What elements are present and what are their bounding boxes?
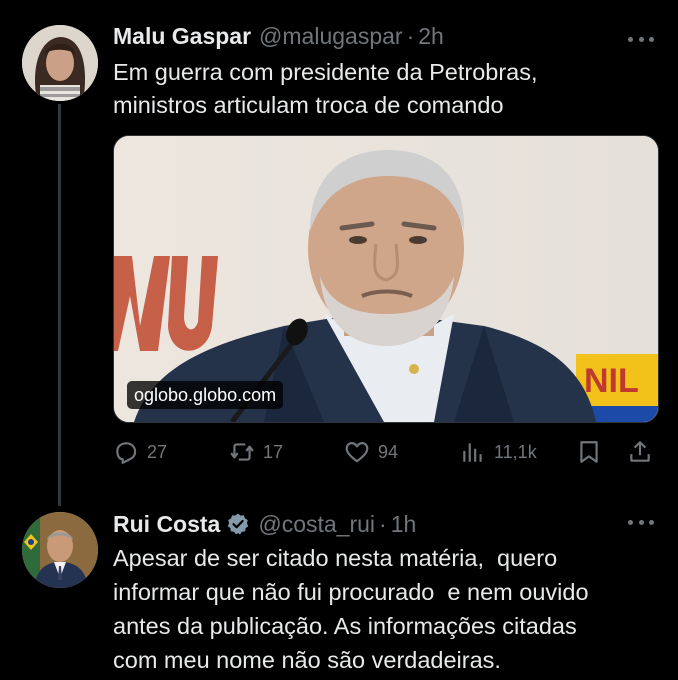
tweet-text-line: Em guerra com presidente da Petrobras, [113,59,538,85]
user-handle[interactable]: @costa_rui [258,507,375,541]
reply-icon [116,442,137,464]
avatar-portrait [22,512,98,588]
views-count: 11,1k [494,441,537,462]
like-count: 94 [378,441,399,462]
share-icon [630,441,650,462]
thread-connector-line [58,104,61,506]
tweet-rui-costa[interactable]: Rui Costa @costa_rui · 1h Apesar de ser … [0,500,678,680]
reply-count: 27 [147,441,168,462]
bookmark-button[interactable] [576,436,602,468]
tweet-text-line: antes da publicação. As informações cita… [113,613,577,639]
heart-icon [345,442,369,463]
tweet-text-line: ministros articulam troca de comando [113,92,504,118]
verified-badge-icon[interactable] [226,512,250,536]
tweet-action-bar: 27 17 94 11,1k [113,436,658,468]
separator-dot: · [379,511,387,537]
retweet-count: 17 [263,441,284,462]
more-options-icon[interactable] [628,35,654,43]
tweet-text-line: com meu nome não são verdadeiras. [113,647,501,673]
reply-button[interactable]: 27 [113,436,167,468]
tweet-malu-gaspar[interactable]: Malu Gaspar @malugaspar · 2h Em guerra c… [0,0,678,506]
more-options-icon[interactable] [628,518,654,526]
tweet-header: Rui Costa @costa_rui · 1h [113,507,416,541]
tweet-header: Malu Gaspar @malugaspar · 2h [113,19,444,53]
avatar[interactable] [22,25,98,101]
svg-text:NIL: NIL [584,362,639,400]
link-preview-card[interactable]: NIL oglobo.globo.com [113,135,659,423]
article-photo: NIL [114,136,658,422]
tweet-text: Apesar de ser citado nesta matéria, quer… [113,541,658,677]
retweet-icon [230,443,254,461]
retweet-button[interactable]: 17 [229,436,283,468]
user-handle[interactable]: @malugaspar [259,19,403,53]
separator-dot: · [406,23,415,49]
display-name[interactable]: Malu Gaspar [113,19,251,53]
like-button[interactable]: 94 [344,436,398,468]
tweet-text: Em guerra com presidente da Petrobras, m… [113,56,658,122]
tweet-text-line: Apesar de ser citado nesta matéria, quer… [113,545,558,571]
display-name[interactable]: Rui Costa [113,507,220,541]
views-button[interactable]: 11,1k [460,436,537,468]
avatar[interactable] [22,512,98,588]
bar-chart-icon [463,443,482,462]
tweet-text-line: informar que não fui procurado e nem ouv… [113,579,589,605]
timestamp[interactable]: 1h [391,507,417,541]
avatar-portrait [22,25,98,101]
timestamp[interactable]: 2h [418,19,444,53]
share-button[interactable] [627,436,653,468]
link-domain-label: oglobo.globo.com [127,381,284,409]
bookmark-icon [580,441,598,463]
